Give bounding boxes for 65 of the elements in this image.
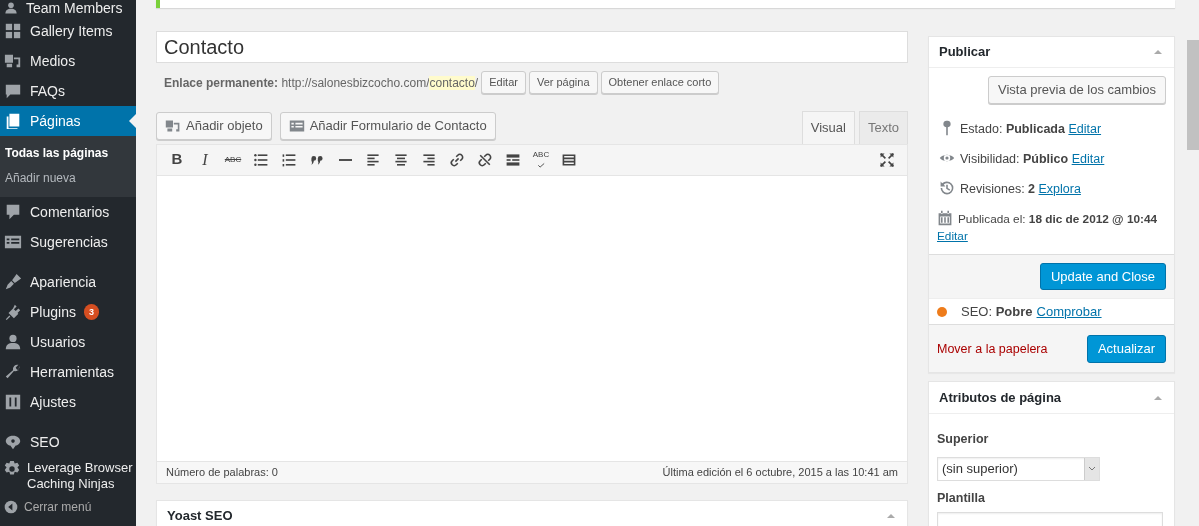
field-label: Superior — [937, 431, 990, 449]
last-edited-text: Última edición el 6 octubre, 2015 a las 10:41 am — [662, 464, 898, 480]
menu-label: Team Members — [26, 0, 123, 18]
menu-label: Páginas — [30, 111, 81, 131]
sidebar-item[interactable]: FAQs — [0, 76, 136, 106]
sidebar-item[interactable]: Leverage Browser Caching Ninjas — [0, 457, 136, 495]
menu-label: Medios — [30, 51, 76, 71]
sidebar-item[interactable]: Team Members — [0, 0, 136, 16]
edit-link[interactable]: Explora — [1038, 181, 1081, 196]
menu-label: Usuarios — [30, 332, 86, 352]
collapse-menu-button[interactable]: Cerrar menú — [0, 495, 136, 519]
sidebar-item[interactable]: Comentarios — [0, 197, 136, 227]
title-field[interactable]: Contacto — [156, 31, 908, 63]
sidebar-item[interactable]: Medios — [0, 46, 136, 76]
menu-label: FAQs — [30, 81, 65, 101]
strikethrough-button[interactable]: ABC — [219, 145, 247, 174]
sidebar-item[interactable]: Páginas — [0, 106, 136, 136]
permalink-button[interactable]: Editar — [481, 71, 526, 94]
menu-label: SEO — [30, 432, 60, 452]
menu-label: Apariencia — [30, 272, 97, 292]
editor-tab[interactable]: Visual — [801, 111, 855, 144]
panel-title: Publicar — [939, 43, 991, 62]
sidebar-item[interactable]: SEO — [0, 427, 136, 457]
edit-link[interactable]: Editar — [937, 229, 968, 244]
spellcheck-button[interactable]: ABC — [527, 145, 555, 174]
word-count: Número de palabras: 0 — [166, 464, 278, 480]
status-text: Revisiones: 2 — [960, 181, 1036, 196]
menu-label: Gallery Items — [30, 21, 113, 41]
count-badge: 3 — [83, 304, 99, 320]
check-link[interactable]: Comprobar — [1036, 302, 1102, 322]
media-button[interactable]: Añadir objeto — [156, 112, 272, 140]
submenu-item[interactable]: Añadir nueva — [0, 166, 136, 191]
italic-button[interactable]: I — [191, 145, 219, 174]
permalink-text: Enlace permanente: http://salonesbizcocho.com/contacto/ — [164, 74, 479, 92]
sidebar-item[interactable]: Plugins 3 — [0, 297, 136, 327]
editor-tab[interactable]: Texto — [858, 111, 908, 144]
sidebar-item[interactable]: Sugerencias — [0, 227, 136, 257]
status-text: Publicada el: 18 dic de 2012 @ 10:44 — [958, 211, 1158, 226]
status-text: Estado: Publicada — [960, 121, 1065, 136]
permalink-button[interactable]: Obtener enlace corto — [600, 71, 720, 94]
menu-label: Leverage Browser Caching Ninjas — [27, 460, 134, 492]
trash-link[interactable]: Mover a la papelera — [937, 339, 1048, 359]
preview-button[interactable]: Vista previa de los cambios — [988, 76, 1166, 104]
menu-label: Sugerencias — [30, 232, 108, 252]
permalink-button[interactable]: Ver página — [528, 71, 598, 94]
seo-score-text: SEO: Pobre — [961, 303, 1033, 322]
sidebar-item[interactable]: Ajustes — [0, 387, 136, 417]
bold-button[interactable]: B — [163, 145, 191, 174]
submenu-item[interactable]: Todas las páginas — [0, 141, 136, 166]
parent-select[interactable]: (sin superior) — [937, 457, 1100, 482]
sidebar-item[interactable]: Usuarios — [0, 327, 136, 357]
sidebar-item[interactable]: Gallery Items — [0, 16, 136, 46]
field-label: Plantilla — [937, 490, 986, 508]
menu-label: Ajustes — [30, 392, 76, 412]
status-text: Visibilidad: Público — [960, 151, 1069, 166]
sidebar-item[interactable]: Herramientas — [0, 357, 136, 387]
media-button[interactable]: Añadir Formulario de Contacto — [279, 112, 496, 140]
menu-label: Herramientas — [30, 362, 115, 382]
panel-title: Atributos de página — [939, 389, 1062, 408]
panel-title: Yoast SEO — [167, 507, 233, 526]
menu-label: Plugins — [30, 302, 76, 322]
edit-link[interactable]: Editar — [1068, 121, 1102, 136]
sidebar-item[interactable]: Apariencia — [0, 267, 136, 297]
menu-label: Comentarios — [30, 202, 110, 222]
edit-link[interactable]: Editar — [1071, 151, 1105, 166]
